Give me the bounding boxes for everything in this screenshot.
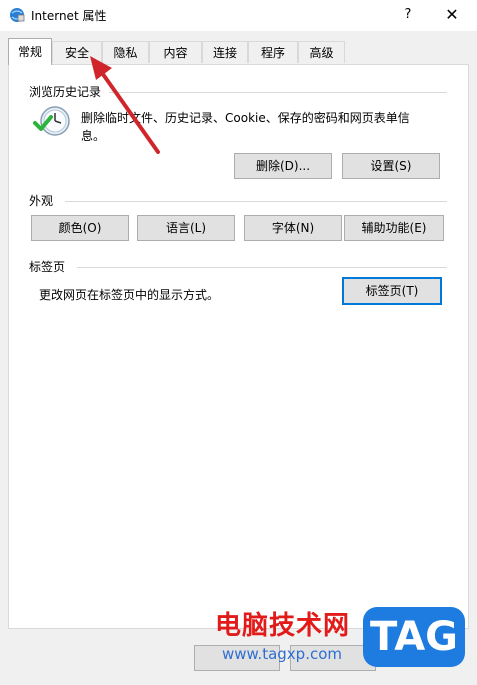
delete-history-button[interactable]: 删除(D)...: [234, 153, 332, 179]
tab-general[interactable]: 常规: [8, 38, 52, 65]
title-bar: Internet 属性 ? ✕: [0, 0, 477, 31]
tabs-settings-button[interactable]: 标签页(T): [342, 277, 442, 305]
tab-programs[interactable]: 程序: [248, 41, 298, 63]
history-divider: [109, 92, 447, 93]
watermark-url: www.tagxp.com: [222, 645, 342, 663]
accessibility-button[interactable]: 辅助功能(E): [344, 215, 444, 241]
help-button[interactable]: ?: [397, 4, 419, 26]
tabs-divider: [77, 267, 447, 268]
tag-logo: TAG: [363, 607, 465, 667]
close-button[interactable]: ✕: [440, 4, 464, 26]
general-panel: 浏览历史记录 删除临时文件、历史记录、Cookie、保存的密码和网页表单信息。 …: [8, 64, 469, 629]
history-settings-button[interactable]: 设置(S): [342, 153, 440, 179]
tab-privacy[interactable]: 隐私: [102, 41, 149, 63]
window-title: Internet 属性: [31, 9, 107, 23]
tab-content[interactable]: 内容: [149, 41, 202, 63]
tabs-description: 更改网页在标签页中的显示方式。: [39, 288, 220, 302]
appearance-group-title: 外观: [29, 192, 58, 209]
colors-button[interactable]: 颜色(O): [31, 215, 129, 241]
history-clock-icon: [33, 106, 70, 136]
tab-connections[interactable]: 连接: [202, 41, 248, 63]
internet-options-icon: [10, 8, 25, 22]
fonts-button[interactable]: 字体(N): [244, 215, 342, 241]
watermark-site-name: 电脑技术网: [215, 611, 351, 641]
tabs-group-title: 标签页: [29, 258, 70, 275]
languages-button[interactable]: 语言(L): [137, 215, 235, 241]
appearance-divider: [65, 201, 447, 202]
history-group-title: 浏览历史记录: [29, 83, 106, 100]
history-description: 删除临时文件、历史记录、Cookie、保存的密码和网页表单信息。: [81, 111, 410, 143]
tab-advanced[interactable]: 高级: [298, 41, 345, 63]
tab-security[interactable]: 安全: [52, 41, 102, 63]
